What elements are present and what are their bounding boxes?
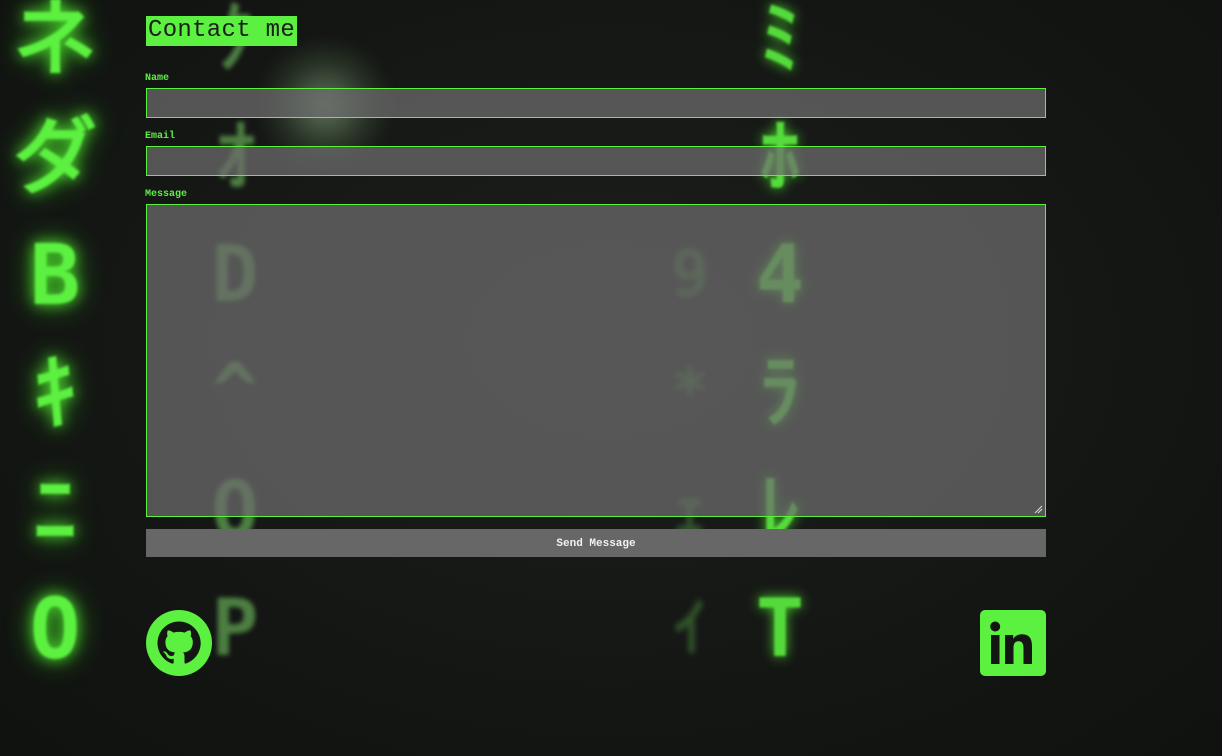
rain-glyph: P xyxy=(211,584,259,674)
rain-glyph: ﾆ xyxy=(33,462,76,560)
rain-glyph: T xyxy=(755,582,805,675)
resize-handle-icon[interactable] xyxy=(1034,505,1043,514)
name-label: Name xyxy=(145,73,170,84)
rain-glyph: ｲ xyxy=(674,592,706,666)
rain-glyph: O xyxy=(29,580,81,678)
send-message-button[interactable]: Send Message xyxy=(146,529,1046,557)
linkedin-icon xyxy=(980,610,1046,676)
email-label: Email xyxy=(145,131,176,142)
github-icon xyxy=(146,610,212,676)
github-link[interactable] xyxy=(146,610,212,676)
rain-glyph: B xyxy=(29,226,81,324)
email-input[interactable] xyxy=(146,146,1046,176)
page-title: Contact me xyxy=(146,16,298,46)
linkedin-link[interactable] xyxy=(980,610,1046,676)
rain-glyph: ダ xyxy=(12,108,97,206)
rain-glyph: ｷ xyxy=(33,344,76,442)
message-textarea[interactable] xyxy=(146,204,1046,517)
message-label: Message xyxy=(145,189,188,200)
rain-column: ネ ダ B ｷ ﾆ O xyxy=(10,0,100,688)
name-input[interactable] xyxy=(146,88,1046,118)
contact-form: Contact me Name Email Message Send Messa… xyxy=(145,16,1046,557)
page: ネ ダ B ｷ ﾆ O ｸ ｵ D ^ Q P 9 * ｪ ｲ ﾐ ﾎ 4 ﾗ xyxy=(0,0,1222,756)
rain-glyph: ネ xyxy=(12,0,97,88)
